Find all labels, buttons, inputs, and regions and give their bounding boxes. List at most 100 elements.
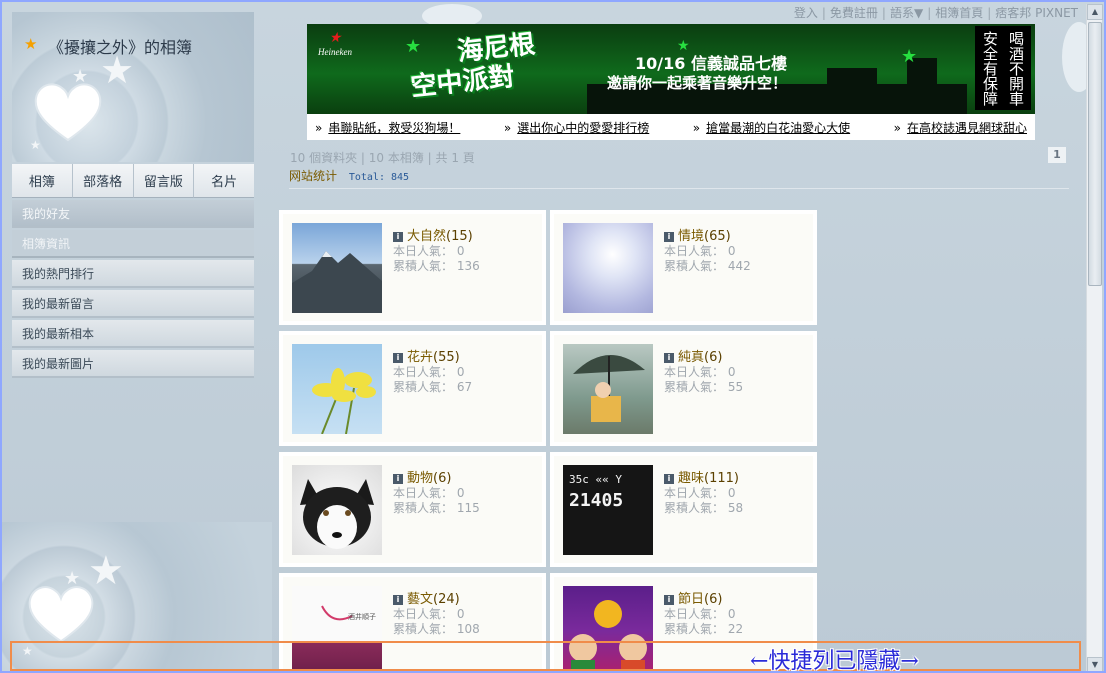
total-views: 累積人氣： 115 [393,501,480,515]
drink-warning: 喝酒不開車 安全有保障 [975,26,1031,110]
thumb-sign-number: 21405 [569,490,624,511]
album-count: (6) [704,592,723,607]
heart-icon [34,83,102,142]
album-info: i 情境(65) 本日人氣： 0 累積人氣： 442 [664,225,751,274]
album-count: (24) [433,592,460,607]
banner-image[interactable]: ★ Heineken ★ ★ ★ 海尼根 空中派對 10/16 信義誠品七樓 邀… [307,24,1035,114]
album-name-link[interactable]: 藝文 [407,592,433,607]
today-views: 本日人氣： 0 [664,486,736,500]
total-views: 累積人氣： 108 [393,622,480,636]
total-views: 累積人氣： 442 [664,259,751,273]
site-stats: 网站统计 Total: 845 [289,167,409,184]
star-decoration-icon: ★ [88,548,124,594]
scroll-thumb[interactable] [1088,22,1102,286]
star-icon: ★ [24,35,38,53]
banner-link[interactable]: » 在高校誌遇見網球甜心 [894,119,1027,136]
album-name-link[interactable]: 大自然 [407,229,446,244]
album-thumbnail[interactable] [292,344,382,434]
info-icon[interactable]: i [664,473,674,484]
scroll-down-button[interactable]: ▼ [1087,657,1103,671]
album-name-link[interactable]: 花卉 [407,350,433,365]
album-header: ★ 《擾攘之外》的相簿 ★ ★ ★ [12,12,254,162]
album-thumbnail[interactable]: 35c «« Y 21405 [563,465,653,555]
thumb-sign-top: 35c «« Y [569,473,622,486]
pixnet-link[interactable]: 痞客邦 PIXNET [995,6,1078,20]
today-views: 本日人氣： 0 [664,365,736,379]
login-link[interactable]: 登入 [794,6,818,20]
page-number-button[interactable]: 1 [1048,147,1066,163]
tab-guestbook[interactable]: 留言版 [133,164,195,198]
album-grid: i 大自然(15) 本日人氣： 0 累積人氣： 136 i 情境(65) 本日人氣： 0 累積… [279,210,817,671]
album-card[interactable]: 35c «« Y 21405 i 趣味(111) 本日人氣： 0 累積人氣： 58 [550,452,817,567]
album-thumbnail[interactable] [563,223,653,313]
top-links: 登入 | 免費註冊 | 語系▼ | 相簿首頁 | 痞客邦 PIXNET [793,6,1078,20]
album-card[interactable]: i 動物(6) 本日人氣： 0 累積人氣： 115 [279,452,546,567]
banner-links: » 串聯貼紙，救受災狗場！ » 選出你心中的愛愛排行榜 » 搶當最潮的白花油愛心大使 … [307,114,1035,140]
album-count: (6) [433,471,452,486]
tab-album[interactable]: 相簿 [12,164,73,198]
sidebar-item-latest-comments[interactable]: 我的最新留言 [12,290,254,318]
vertical-scrollbar[interactable]: ▲ ▼ [1086,4,1103,671]
album-card[interactable]: i 大自然(15) 本日人氣： 0 累積人氣： 136 [279,210,546,325]
banner-ad[interactable]: ★ Heineken ★ ★ ★ 海尼根 空中派對 10/16 信義誠品七樓 邀… [307,24,1035,140]
sidebar-item-latest-photos[interactable]: 我的最新圖片 [12,350,254,378]
total-views: 累積人氣： 55 [664,380,744,394]
album-name-link[interactable]: 動物 [407,471,433,486]
page-frame: 登入 | 免費註冊 | 語系▼ | 相簿首頁 | 痞客邦 PIXNET ★ 《擾攘之外》的相簿 … [0,0,1106,673]
info-icon[interactable]: i [393,594,403,605]
thumb-book-author: 酒井順子 [348,613,376,621]
sidebar-item-friends[interactable]: 我的好友 [12,200,254,228]
info-icon[interactable]: i [664,594,674,605]
divider [289,188,1069,189]
heart-icon [28,586,94,643]
tab-card[interactable]: 名片 [194,164,254,198]
album-info: i 動物(6) 本日人氣： 0 累積人氣： 115 [393,467,480,516]
album-thumbnail[interactable] [563,344,653,434]
album-name-link[interactable]: 純真 [678,350,704,365]
info-icon[interactable]: i [393,473,403,484]
total-views: 累積人氣： 22 [664,622,744,636]
language-dropdown[interactable]: 語系▼ [890,6,923,20]
album-info: i 大自然(15) 本日人氣： 0 累積人氣： 136 [393,225,480,274]
info-icon[interactable]: i [393,231,403,242]
banner-link[interactable]: » 搶當最潮的白花油愛心大使 [693,119,850,136]
tab-blog[interactable]: 部落格 [72,164,134,198]
info-icon[interactable]: i [393,352,403,363]
info-icon[interactable]: i [664,352,674,363]
green-star-icon: ★ [901,46,918,67]
stats-total: Total: 845 [348,172,410,183]
sidebar-item-album-info[interactable]: 相簿資訊 [12,230,254,258]
album-thumbnail[interactable] [292,223,382,313]
today-views: 本日人氣： 0 [393,486,465,500]
today-views: 本日人氣： 0 [393,365,465,379]
banner-subtitle: 邀請你一起乘著音樂升空！ [607,74,788,92]
album-thumbnail[interactable] [292,465,382,555]
quickbar-hidden-notice[interactable]: ←快捷列已隱藏→ [10,641,1081,671]
album-count: (55) [433,350,460,365]
city-silhouette [827,68,877,114]
album-info: i 純真(6) 本日人氣： 0 累積人氣： 55 [664,346,743,395]
total-views: 累積人氣： 67 [393,380,473,394]
album-summary: 10 個資料夾 | 10 本相簿 | 共 1 頁 [290,151,475,165]
album-name-link[interactable]: 趣味 [678,471,704,486]
album-name-link[interactable]: 情境 [678,229,704,244]
banner-link[interactable]: » 選出你心中的愛愛排行榜 [504,119,649,136]
sidebar-item-hot-ranking[interactable]: 我的熱門排行 [12,260,254,288]
album-home-link[interactable]: 相簿首頁 [935,6,983,20]
banner-link[interactable]: » 串聯貼紙，救受災狗場！ [315,119,460,136]
today-views: 本日人氣： 0 [664,607,736,621]
album-card[interactable]: i 純真(6) 本日人氣： 0 累積人氣： 55 [550,331,817,446]
info-icon[interactable]: i [664,231,674,242]
sidebar-item-latest-albums[interactable]: 我的最新相本 [12,320,254,348]
star-decoration-icon: ★ [64,568,81,589]
album-info: i 趣味(111) 本日人氣： 0 累積人氣： 58 [664,467,743,516]
album-name-link[interactable]: 節日 [678,592,704,607]
red-star-icon: ★ [328,31,342,46]
sidebar: ★ 《擾攘之外》的相簿 ★ ★ ★ 相簿 部落格 留言版 名片 我的好友 相簿資… [12,12,254,380]
album-card[interactable]: i 花卉(55) 本日人氣： 0 累積人氣： 67 [279,331,546,446]
banner-date: 10/16 信義誠品七樓 [635,54,787,73]
scroll-up-button[interactable]: ▲ [1087,4,1103,20]
album-card[interactable]: i 情境(65) 本日人氣： 0 累積人氣： 442 [550,210,817,325]
stats-link[interactable]: 网站统计 [289,169,337,183]
register-link[interactable]: 免費註冊 [830,6,878,20]
